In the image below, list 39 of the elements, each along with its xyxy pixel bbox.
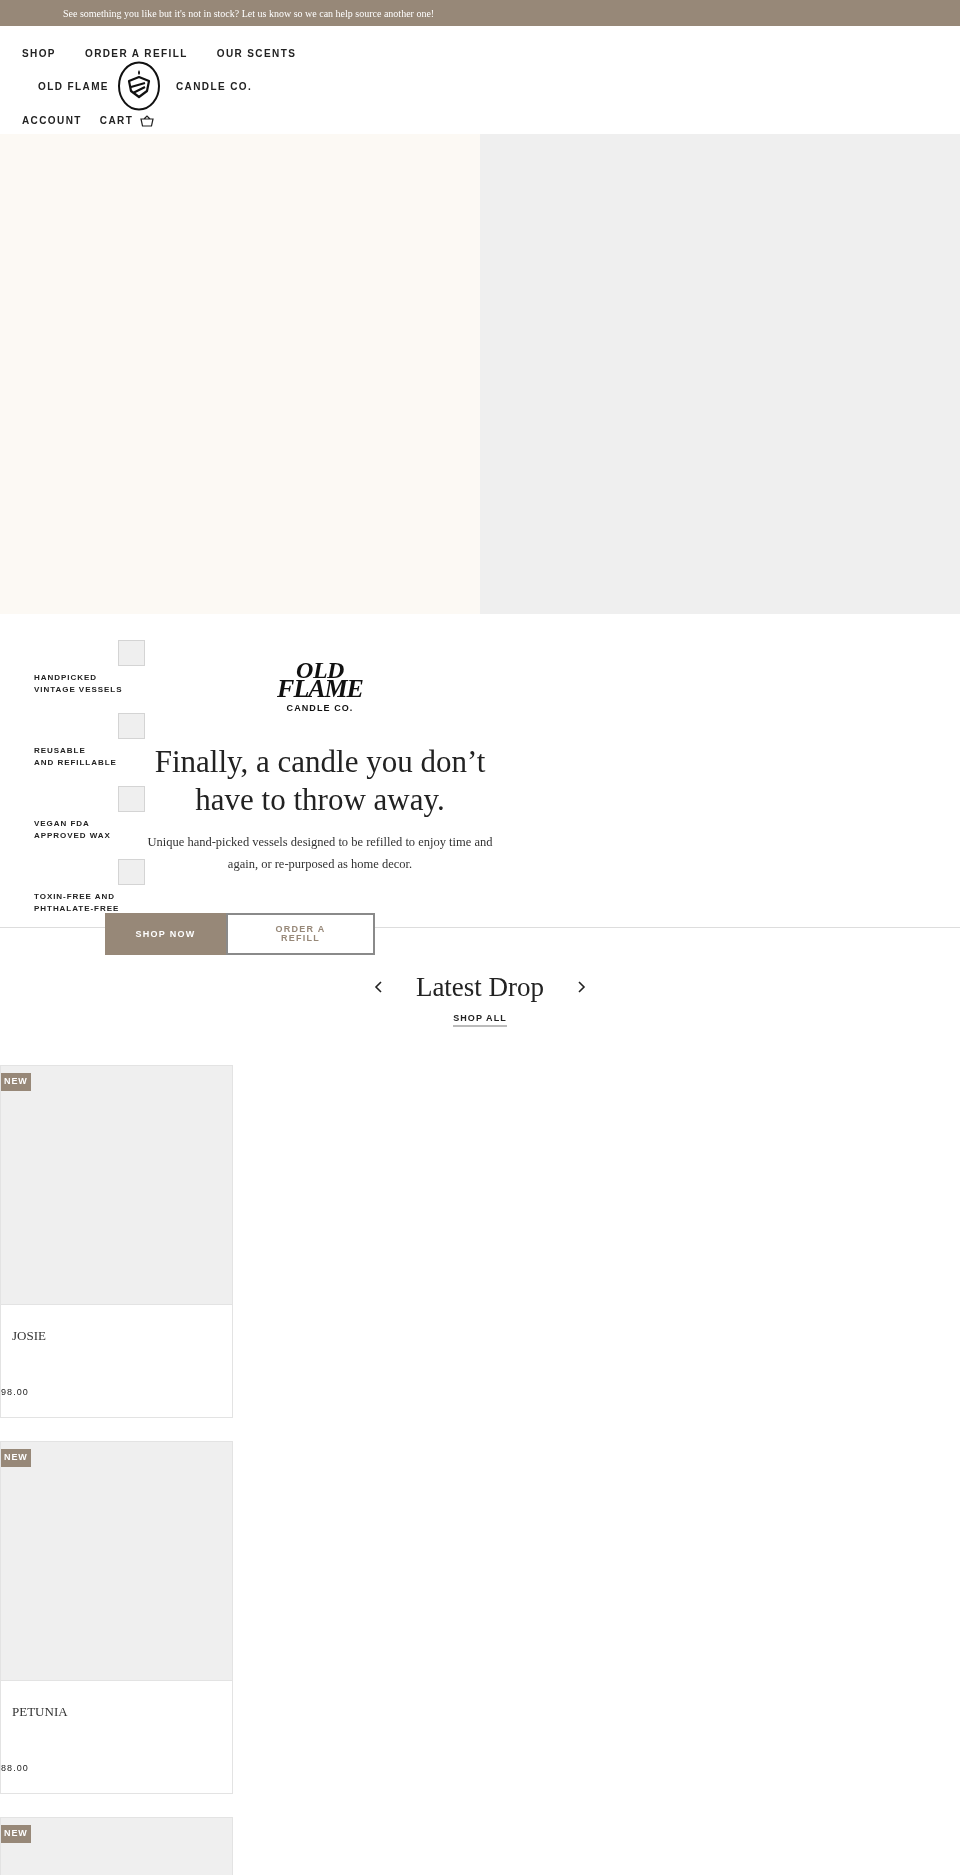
account-link[interactable]: ACCOUNT [22,113,82,128]
product-name[interactable]: JOSIE [12,1326,232,1346]
nav-link[interactable]: ORDER A REFILL [84,46,188,61]
announcement-text: See something you like but it's not in stock? Let us know so we can help source another one! [63,6,435,21]
feature-label: HANDPICKED [34,672,98,684]
image-placeholder [118,640,145,666]
new-badge: NEW [1,1449,31,1467]
brand-name[interactable]: OLD FLAME [38,78,109,94]
feature-label: VINTAGE VESSELS [34,684,124,696]
section-title: Latest Drop [415,971,545,1004]
cart-link[interactable]: CART [99,113,155,128]
order-refill-button[interactable]: ORDER A REFILL [226,913,375,955]
feature-label: AND REFILLABLE [34,757,118,769]
nav-link[interactable]: OUR SCENTS [216,46,297,61]
candle-emblem-icon [116,61,161,111]
product-name[interactable]: PETUNIA [12,1702,232,1722]
feature-label: APPROVED WAX [34,830,112,842]
hero-text: Unique hand-picked vessels designed to be refilled to enjoy time and again, or re-purposed as home decor. [146,834,494,873]
brand-name[interactable]: CANDLE CO. [175,78,253,94]
image-placeholder [118,786,145,812]
previous-arrow-icon[interactable] [373,980,384,995]
image-placeholder [118,859,145,885]
product-price: 98.00 [1,1385,30,1399]
shop-all-link[interactable]: SHOP ALL [453,1011,507,1027]
product-price: 88.00 [1,1761,30,1775]
old-flame-logo: OLD FLAME CANDLE CO. [277,658,363,713]
product-card[interactable]: NEW JOSIE 98.00 [0,1065,233,1418]
basket-icon [140,114,155,127]
hero-heading: Finally, a candle you don’t have to throw away. [153,743,487,819]
feature-label: TOXIN-FREE AND [34,891,116,903]
image-placeholder [118,713,145,739]
nav-link[interactable]: SHOP [22,46,56,61]
feature-label: VEGAN FDA [34,818,91,830]
product-card[interactable]: NEW PETUNIA 88.00 [0,1441,233,1794]
new-badge: NEW [1,1825,31,1843]
feature-label: PHTHALATE-FREE [34,903,121,915]
feature-label: REUSABLE [34,745,87,757]
next-arrow-icon[interactable] [576,980,587,995]
new-badge: NEW [1,1073,31,1091]
